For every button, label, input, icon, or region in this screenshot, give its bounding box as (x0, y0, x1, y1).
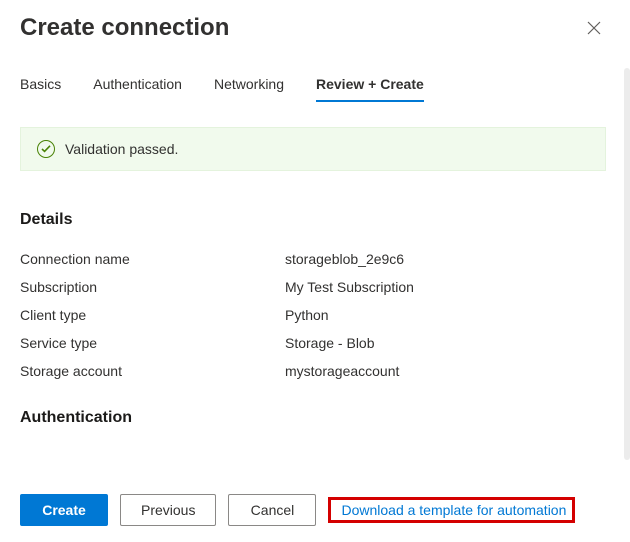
label-storage-account: Storage account (20, 363, 285, 379)
row-service-type: Service type Storage - Blob (20, 329, 606, 357)
create-connection-panel: Create connection Basics Authentication … (0, 0, 630, 542)
validation-banner: Validation passed. (20, 127, 606, 171)
tab-review-create[interactable]: Review + Create (316, 68, 424, 102)
label-service-type: Service type (20, 335, 285, 351)
row-client-type: Client type Python (20, 301, 606, 329)
tab-authentication[interactable]: Authentication (93, 68, 182, 102)
label-client-type: Client type (20, 307, 285, 323)
close-button[interactable] (578, 12, 610, 44)
row-storage-account: Storage account mystorageaccount (20, 357, 606, 385)
row-connection-name: Connection name storageblob_2e9c6 (20, 245, 606, 273)
tab-basics[interactable]: Basics (20, 68, 61, 102)
panel-content: Validation passed. Details Connection na… (20, 127, 610, 480)
close-icon (587, 21, 601, 35)
tabs: Basics Authentication Networking Review … (20, 68, 610, 103)
cancel-button[interactable]: Cancel (228, 494, 316, 526)
value-storage-account: mystorageaccount (285, 363, 399, 379)
previous-button[interactable]: Previous (120, 494, 216, 526)
success-icon (37, 140, 55, 158)
create-button[interactable]: Create (20, 494, 108, 526)
tab-networking[interactable]: Networking (214, 68, 284, 102)
details-heading: Details (20, 211, 606, 229)
value-connection-name: storageblob_2e9c6 (285, 251, 404, 267)
panel-title: Create connection (20, 14, 229, 42)
row-subscription: Subscription My Test Subscription (20, 273, 606, 301)
value-service-type: Storage - Blob (285, 335, 375, 351)
authentication-heading: Authentication (20, 409, 606, 427)
label-connection-name: Connection name (20, 251, 285, 267)
label-subscription: Subscription (20, 279, 285, 295)
value-client-type: Python (285, 307, 329, 323)
value-subscription: My Test Subscription (285, 279, 414, 295)
download-template-link[interactable]: Download a template for automation (341, 502, 566, 518)
validation-message: Validation passed. (65, 141, 178, 157)
panel-header: Create connection (20, 12, 610, 68)
panel-footer: Create Previous Cancel Download a templa… (20, 480, 610, 542)
download-template-highlight: Download a template for automation (328, 497, 575, 523)
scrollbar[interactable] (624, 68, 630, 460)
